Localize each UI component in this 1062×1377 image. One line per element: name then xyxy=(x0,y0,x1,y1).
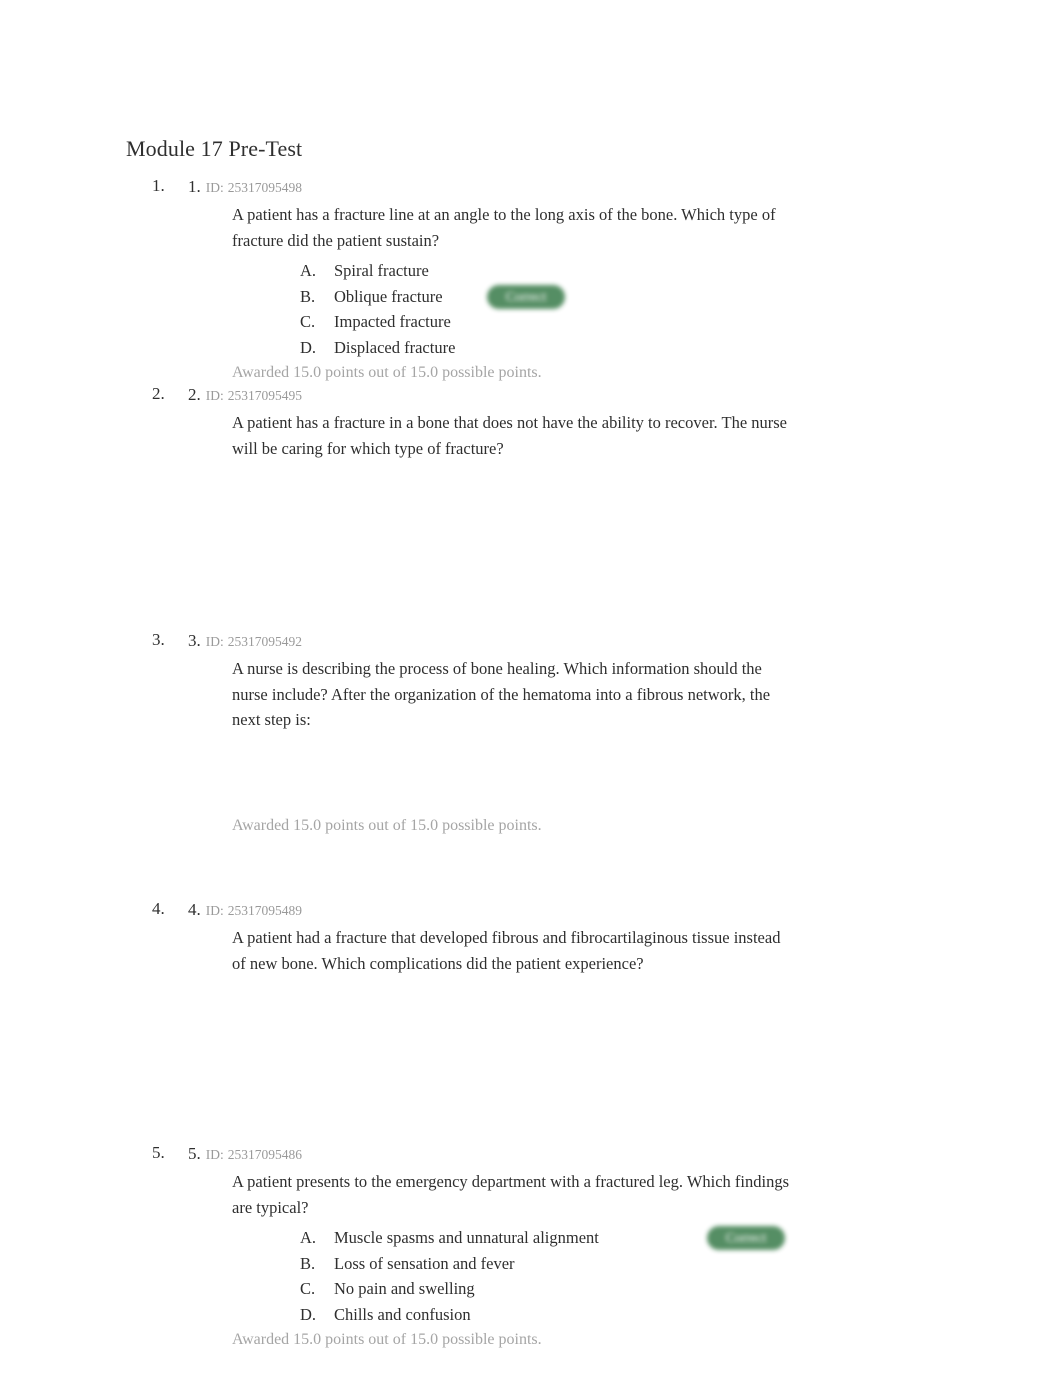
answer-option-letter: C. xyxy=(300,1279,316,1298)
question-stem: A patient had a fracture that developed … xyxy=(232,928,781,973)
question-inner-number: 5. xyxy=(188,1144,201,1163)
correct-badge: Correct xyxy=(487,284,565,309)
question-inner-number: 1. xyxy=(188,177,201,196)
question-outer-number: 1. xyxy=(152,176,165,195)
question-inner-number: 3. xyxy=(188,631,201,650)
answer-option-text: Muscle spasms and unnatural alignment xyxy=(334,1228,599,1247)
question-stem: A nurse is describing the process of bon… xyxy=(232,659,771,729)
answer-option[interactable]: C. Impacted fracture xyxy=(232,309,852,335)
awarded-points-text: Awarded 15.0 points out of 15.0 possible… xyxy=(232,364,542,381)
document-page: Module 17 Pre-Test 1. 1. ID: 25317095498 A … xyxy=(0,0,1062,1377)
question-outer-number: 5. xyxy=(152,1143,165,1162)
question-id-value: 25317095492 xyxy=(227,634,302,649)
question-stem: A patient has a fracture line at an angl… xyxy=(232,205,776,250)
question-id-row: 4. ID: 25317095489 xyxy=(188,899,302,922)
correct-badge: Correct xyxy=(707,1226,785,1250)
question-id-label: ID: xyxy=(205,1147,224,1162)
question-id-label: ID: xyxy=(205,634,224,649)
answer-option[interactable]: A. Spiral fracture xyxy=(232,258,852,284)
answer-option[interactable]: D. Displaced fracture xyxy=(232,335,852,361)
answer-option[interactable]: C. No pain and swelling xyxy=(232,1276,852,1302)
answer-option-letter: A. xyxy=(300,1228,317,1247)
question-outer-number: 4. xyxy=(152,899,165,918)
question-stem: A patient has a fracture in a bone that … xyxy=(232,413,788,458)
question-inner-number: 4. xyxy=(188,900,201,919)
page-title: Module 17 Pre-Test xyxy=(126,136,303,161)
question-inner-number: 2. xyxy=(188,385,201,404)
question-id-row: 5. ID: 25317095486 xyxy=(188,1143,302,1166)
answer-option[interactable]: D. Chills and confusion xyxy=(232,1302,852,1328)
question-id-value: 25317095489 xyxy=(227,903,302,918)
question-id-label: ID: xyxy=(205,388,224,403)
answer-option-letter: D. xyxy=(300,1304,317,1324)
question-id-value: 25317095498 xyxy=(227,180,302,195)
answer-option-letter: B. xyxy=(300,286,316,306)
question-outer-number: 3. xyxy=(152,630,165,649)
question-id-row: 3. ID: 25317095492 xyxy=(188,630,302,653)
awarded-points-text: Awarded 15.0 points out of 15.0 possible… xyxy=(232,817,542,834)
answer-option-text: Loss of sensation and fever xyxy=(334,1253,515,1273)
answer-option-letter: D. xyxy=(300,337,317,357)
answer-option[interactable]: B. Loss of sensation and fever xyxy=(232,1251,852,1277)
answer-option-text: Spiral fracture xyxy=(334,261,429,280)
answer-option-text: No pain and swelling xyxy=(334,1279,475,1298)
answer-option-letter: C. xyxy=(300,312,316,331)
question-id-value: 25317095495 xyxy=(227,388,302,403)
question-id-row: 2. ID: 25317095495 xyxy=(188,384,302,407)
question-id-value: 25317095486 xyxy=(227,1147,302,1162)
question-outer-number: 2. xyxy=(152,384,165,403)
question-id-label: ID: xyxy=(205,180,224,195)
question-stem: A patient presents to the emergency depa… xyxy=(232,1172,790,1217)
question-id-label: ID: xyxy=(205,903,224,918)
answer-option-letter: A. xyxy=(300,261,317,280)
question-id-row: 1. ID: 25317095498 xyxy=(188,176,302,199)
answer-option-list: A. Spiral fracture B. Oblique fracture Corre… xyxy=(232,258,852,360)
answer-option-text: Chills and confusion xyxy=(334,1304,471,1324)
answer-option-text: Displaced fracture xyxy=(334,337,456,357)
awarded-points-text: Awarded 15.0 points out of 15.0 possible… xyxy=(232,1331,542,1348)
answer-option-text: Oblique fracture xyxy=(334,286,443,306)
answer-option-list: A. Muscle spasms and unnatural alignment C… xyxy=(232,1225,852,1327)
answer-option-letter: B. xyxy=(300,1253,316,1273)
answer-option-text: Impacted fracture xyxy=(334,312,451,331)
